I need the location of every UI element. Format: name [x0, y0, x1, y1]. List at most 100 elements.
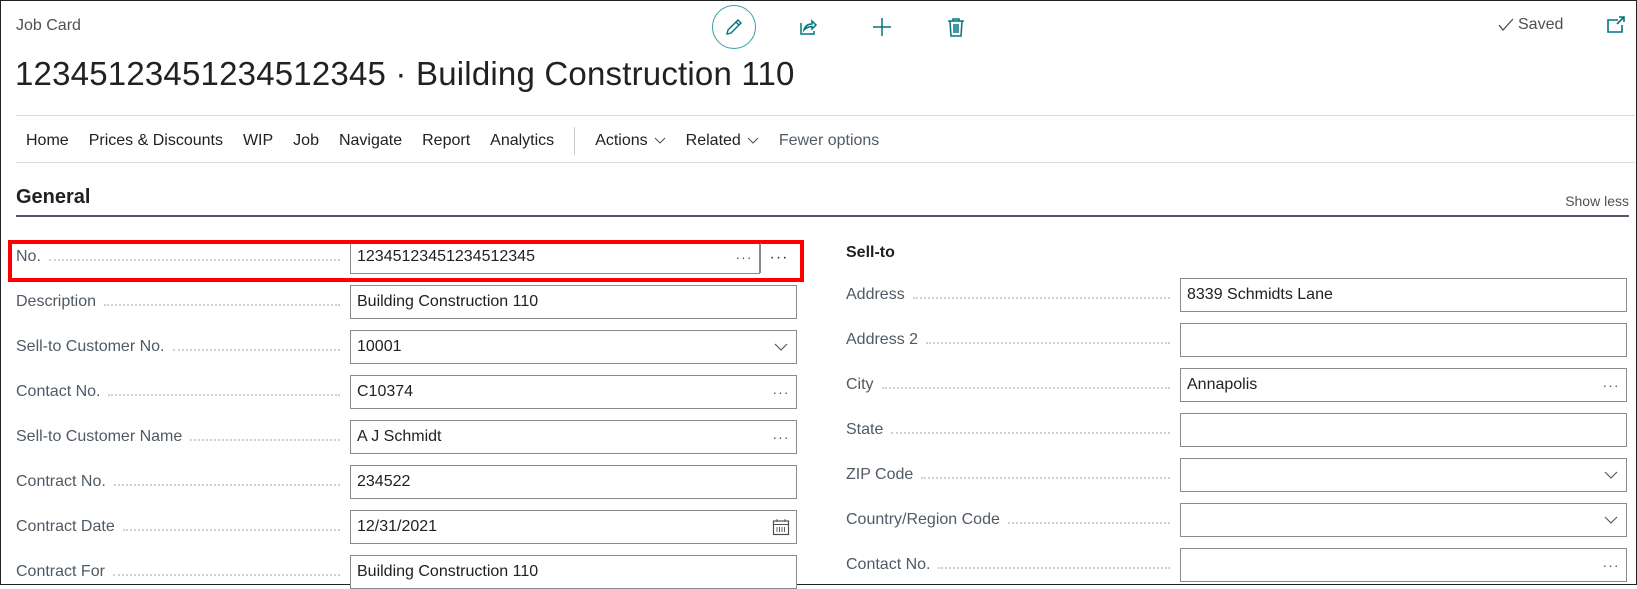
label-leader-dots [1007, 522, 1170, 524]
field-input[interactable]: Building Construction 110 [350, 555, 797, 589]
field-value: 234522 [357, 473, 411, 490]
field-input[interactable]: 8339 Schmidts Lane [1180, 278, 1627, 312]
field-input[interactable] [1180, 458, 1627, 492]
field-label-text: Contract For [16, 563, 105, 580]
chevron-down-icon [747, 137, 759, 144]
field-row: Address 2 [846, 323, 1180, 357]
label-leader-dots [104, 304, 340, 306]
edit-button[interactable] [712, 5, 756, 49]
field-input[interactable]: C10374 ··· [350, 375, 797, 409]
new-button[interactable] [860, 5, 904, 49]
field-input[interactable] [1180, 503, 1627, 537]
label-leader-dots [891, 432, 1170, 434]
field-label: Address [846, 286, 1180, 304]
divider [16, 115, 1635, 116]
field-label-text: Description [16, 293, 97, 310]
field-label-text: Country/Region Code [846, 511, 1000, 528]
label-leader-dots [48, 259, 340, 261]
action-bar-separator [574, 127, 576, 155]
field-input[interactable]: ··· [1180, 548, 1627, 582]
field-input[interactable] [1180, 323, 1627, 357]
lookup-ellipsis-icon[interactable]: ··· [1596, 377, 1626, 393]
field-value: Annapolis [1187, 376, 1258, 393]
label-leader-dots [113, 484, 340, 486]
section-title-general: General [16, 186, 91, 208]
field-row: Contract For [16, 555, 350, 589]
field-label: Contract For [16, 563, 350, 581]
field-input[interactable]: 234522 [350, 465, 797, 499]
tab-report[interactable]: Report [412, 132, 480, 150]
field-label: Address 2 [846, 331, 1180, 349]
field-label: Sell-to Customer No. [16, 338, 350, 356]
field-label-text: Sell-to Customer No. [16, 338, 165, 355]
label-leader-dots [926, 342, 1170, 344]
calendar-icon[interactable] [766, 518, 796, 536]
field-row: ZIP Code [846, 458, 1180, 492]
field-label: No. [16, 248, 350, 266]
field-label: ZIP Code [846, 466, 1180, 484]
field-label: Contact No. [846, 556, 1180, 574]
divider [16, 162, 1635, 163]
chevron-down-icon[interactable] [766, 343, 796, 351]
field-label-text: Contract Date [16, 518, 115, 535]
tab-job[interactable]: Job [283, 132, 329, 150]
field-label: Sell-to Customer Name [16, 428, 350, 446]
tab-navigate[interactable]: Navigate [329, 132, 412, 150]
lookup-ellipsis-icon[interactable]: ··· [766, 384, 796, 400]
lookup-ellipsis-icon[interactable]: ··· [729, 249, 759, 265]
action-bar: Home Prices & Discounts WIP Job Navigate… [16, 126, 889, 156]
field-value: Building Construction 110 [357, 293, 539, 310]
field-label-text: State [846, 421, 884, 438]
field-label-text: Sell-to Customer Name [16, 428, 183, 445]
saved-status: Saved [1498, 16, 1563, 34]
tab-prices-discounts[interactable]: Prices & Discounts [79, 132, 233, 150]
tab-wip[interactable]: WIP [233, 132, 283, 150]
popout-button[interactable] [1606, 16, 1626, 39]
pencil-icon [726, 19, 742, 35]
actions-menu[interactable]: Actions [585, 132, 675, 150]
field-label: Description [16, 293, 350, 311]
label-leader-dots [172, 349, 340, 351]
field-input[interactable]: A J Schmidt ··· [350, 420, 797, 454]
field-input[interactable]: Building Construction 110 [350, 285, 797, 319]
label-leader-dots [881, 387, 1170, 389]
label-leader-dots [122, 529, 340, 531]
field-row: Sell-to Customer Name [16, 420, 350, 454]
field-input[interactable]: 10001 [350, 330, 797, 364]
field-input[interactable] [1180, 413, 1627, 447]
field-row: No. [16, 240, 350, 274]
delete-button[interactable] [934, 5, 978, 49]
label-leader-dots [938, 567, 1170, 569]
label-leader-dots [921, 477, 1170, 479]
no-field-more-button[interactable]: ··· [760, 243, 797, 273]
related-menu[interactable]: Related [676, 132, 769, 150]
trash-icon [948, 18, 964, 37]
lookup-ellipsis-icon[interactable]: ··· [766, 429, 796, 445]
chevron-down-icon[interactable] [1596, 471, 1626, 479]
lookup-ellipsis-icon[interactable]: ··· [1596, 557, 1626, 573]
field-label: Contract Date [16, 518, 350, 536]
field-label: Country/Region Code [846, 511, 1180, 529]
tab-analytics[interactable]: Analytics [480, 132, 564, 150]
field-row: Description [16, 285, 350, 319]
fewer-options-button[interactable]: Fewer options [769, 132, 890, 150]
share-button[interactable] [786, 5, 830, 49]
label-leader-dots [112, 574, 340, 576]
field-input[interactable]: Annapolis ··· [1180, 368, 1627, 402]
field-input[interactable]: 12345123451234512345 ··· [350, 240, 760, 274]
plus-icon [873, 18, 891, 36]
field-label-text: ZIP Code [846, 466, 914, 483]
chevron-down-icon[interactable] [1596, 516, 1626, 524]
label-leader-dots [912, 297, 1170, 299]
field-input[interactable]: 12/31/2021 [350, 510, 797, 544]
field-row: State [846, 413, 1180, 447]
field-label-text: Contract No. [16, 473, 106, 490]
show-less-link[interactable]: Show less [1565, 193, 1629, 209]
sell-to-heading: Sell-to [846, 244, 895, 261]
field-row: Contract No. [16, 465, 350, 499]
page-title: 12345123451234512345 · Building Construc… [15, 55, 795, 92]
chevron-down-icon [654, 137, 666, 144]
field-label: Contract No. [16, 473, 350, 491]
field-value: A J Schmidt [357, 428, 442, 445]
tab-home[interactable]: Home [16, 132, 79, 150]
